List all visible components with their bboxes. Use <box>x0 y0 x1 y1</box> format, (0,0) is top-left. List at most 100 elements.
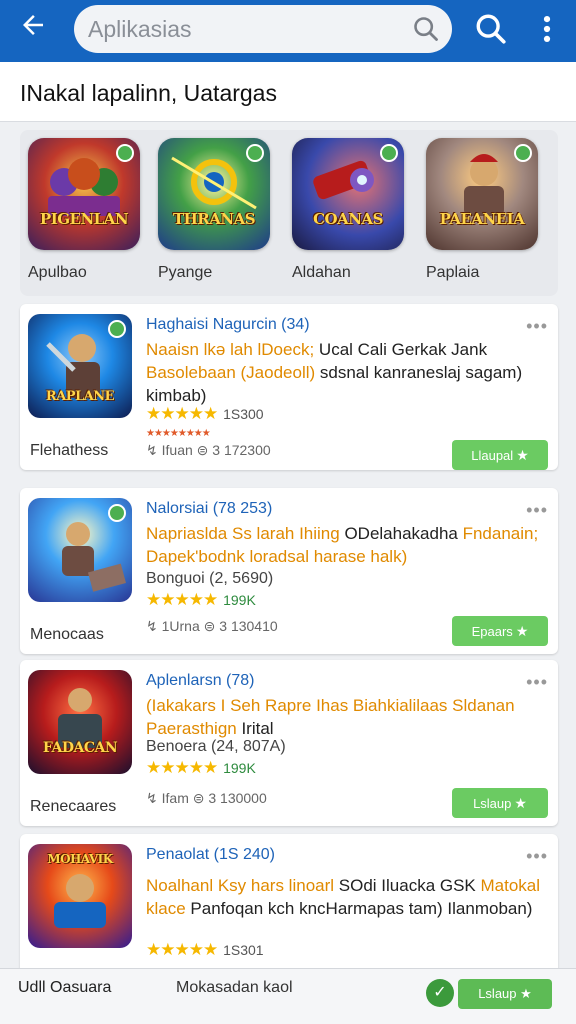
check-icon[interactable]: ✓ <box>426 979 454 1007</box>
app-list-card[interactable]: FADACAN Aplenlarsn (78) ••• (Iakakars I … <box>20 660 558 826</box>
bottom-bar: Udll Oasuara Mokasadan kaol ✓ Lslaup ★ <box>0 968 576 1024</box>
desc-highlight: (Iakakars I Seh Rapre Ihas Biahkialilaas <box>146 696 448 715</box>
rating-count: 1S301 <box>223 942 264 958</box>
install-button[interactable]: Epaars ★ <box>452 616 548 646</box>
star-rating-icon: ★★★★★ <box>146 404 218 423</box>
app-icon[interactable]: RAPLANE <box>28 314 132 418</box>
rating-count: 1S300 <box>223 406 264 422</box>
bottom-mid-label: Mokasadan kaol <box>176 979 293 996</box>
app-name: Pyange <box>158 264 213 281</box>
app-description: (Iakakars I Seh Rapre Ihas Biahkialilaas… <box>146 694 542 740</box>
verified-badge-icon <box>108 320 126 338</box>
search-input[interactable] <box>88 13 398 45</box>
app-icon[interactable]: FADACAN <box>28 670 132 774</box>
app-description: Napriaslda Ss larah Ihiing ODelahakadha … <box>146 522 542 568</box>
arrow-back-icon <box>23 15 43 35</box>
desc-highlight: Basolebaan (Jaodeoll) <box>146 363 316 382</box>
desc-highlight: Noalhanl Ksy hars linoarl <box>146 876 335 895</box>
game-art-icon <box>58 688 102 748</box>
search-icon[interactable] <box>474 12 508 46</box>
app-bar <box>0 0 576 62</box>
more-horiz-icon[interactable]: ••• <box>526 846 548 867</box>
rating-count: 199K <box>223 760 256 776</box>
verified-badge-icon <box>514 144 532 162</box>
more-horiz-icon[interactable]: ••• <box>526 672 548 693</box>
desc-text: ODelahakadha <box>339 524 458 543</box>
install-label: Lslaup <box>478 986 517 1001</box>
app-description: Noalhanl Ksy hars linoarl SOdi Iluacka G… <box>146 874 542 920</box>
app-meta: ↯ 1Urna ⊜ 3 130410 <box>146 618 278 635</box>
app-meta: ↯ Ifuan ⊜ 3 172300 <box>146 442 271 459</box>
desc-text: Panfoqan kch kncHarmapas tam) Ilanmoban) <box>185 899 533 918</box>
search-box[interactable] <box>74 5 452 53</box>
app-version: Benoera (24, 807A) <box>146 738 286 755</box>
app-meta: ↯ Ifam ⊜ 3 130000 <box>146 790 267 807</box>
app-icon-title: PAEANEIA <box>439 210 525 228</box>
app-icon[interactable]: PAEANEIA <box>426 138 538 250</box>
featured-app[interactable]: PAEANEIA Paplaia <box>426 138 544 282</box>
install-button[interactable]: Llaupal ★ <box>452 440 548 470</box>
install-label: Lslaup <box>473 796 512 811</box>
app-title[interactable]: Aplenlarsn (78) <box>146 672 255 690</box>
verified-badge-icon <box>116 144 134 162</box>
app-list-card[interactable]: Nalorsiai (78 253) ••• Napriaslda Ss lar… <box>20 488 558 654</box>
app-version: Bonguoi (2, 5690) <box>146 570 274 587</box>
app-icon[interactable]: COANAS <box>292 138 404 250</box>
desc-highlight: Naaisn lkə lah lDoeck; <box>146 340 315 359</box>
app-title[interactable]: Haghaisi Nagurcin (34) <box>146 316 310 334</box>
desc-text: Ucal Cali Gerkak Jank <box>314 340 488 359</box>
app-icon-title: THRANAS <box>172 210 256 228</box>
app-icon-title: MOHAVIK <box>47 852 113 866</box>
bottom-left-label[interactable]: Udll Oasuara <box>18 979 111 997</box>
app-icon[interactable]: MOHAVIK <box>28 844 132 948</box>
section-header: INakal lapalinn, Uatargas <box>0 62 576 122</box>
meta-text: Ifam ⊜ 3 130000 <box>161 790 267 806</box>
small-star-rating-icon: ★★★★★★★★ <box>146 428 211 439</box>
back-button[interactable] <box>12 10 54 46</box>
app-developer: Renecaares <box>30 798 117 815</box>
featured-app[interactable]: THRANAS Pyange <box>158 138 276 282</box>
app-title[interactable]: Nalorsiai (78 253) <box>146 500 272 518</box>
share-icon[interactable]: ↯ <box>146 790 158 806</box>
desc-text: SOdi Iluacka GSK <box>334 876 476 895</box>
app-list-card[interactable]: RAPLANE Haghaisi Nagurcin (34) ••• Naais… <box>20 304 558 470</box>
app-name: Aldahan <box>292 264 351 281</box>
star-icon: ★ <box>515 623 529 639</box>
rating-row: ★★★★★ 1S301 <box>146 940 264 960</box>
more-horiz-icon[interactable]: ••• <box>526 500 548 521</box>
desc-text: Irital <box>236 719 274 738</box>
rating-count: 199K <box>223 592 256 608</box>
verified-badge-icon <box>246 144 264 162</box>
featured-app[interactable]: COANAS Aldahan <box>292 138 410 282</box>
featured-app[interactable]: PIGENLAN Apulbao <box>28 138 146 282</box>
share-icon[interactable]: ↯ <box>146 442 158 458</box>
app-icon-title: FADACAN <box>42 740 118 756</box>
section-title: INakal lapalinn, Uatargas <box>20 80 277 106</box>
search-icon[interactable] <box>412 15 440 43</box>
rating-row: ★★★★★ 199K <box>146 758 256 778</box>
meta-text: 1Urna ⊜ 3 130410 <box>161 618 278 634</box>
install-button[interactable]: Lslaup ★ <box>452 788 548 818</box>
verified-badge-icon <box>108 504 126 522</box>
star-rating-icon: ★★★★★ <box>146 590 218 609</box>
rating-row: ★★★★★ 1S300 <box>146 404 264 424</box>
verified-badge-icon <box>380 144 398 162</box>
star-icon: ★ <box>514 795 527 811</box>
desc-highlight: Napriaslda Ss larah Ihiing <box>146 524 340 543</box>
app-title[interactable]: Penaolat (1S 240) <box>146 846 275 864</box>
app-icon-title: COANAS <box>313 210 383 228</box>
app-name: Paplaia <box>426 264 480 281</box>
meta-text: Ifuan ⊜ 3 172300 <box>161 442 271 458</box>
app-developer: Flehathess <box>30 442 109 459</box>
app-icon[interactable]: THRANAS <box>158 138 270 250</box>
more-horiz-icon[interactable]: ••• <box>526 316 548 337</box>
share-icon[interactable]: ↯ <box>146 618 158 634</box>
app-description: Naaisn lkə lah lDoeck; Ucal Cali Gerkak … <box>146 338 542 407</box>
install-button[interactable]: Lslaup ★ <box>458 979 552 1009</box>
more-vert-icon[interactable] <box>530 12 564 46</box>
app-icon[interactable]: PIGENLAN <box>28 138 140 250</box>
app-icon[interactable] <box>28 498 132 602</box>
desc-highlight: loradsal harase halk) <box>244 547 408 566</box>
star-icon: ★ <box>516 447 529 463</box>
star-icon: ★ <box>520 986 532 1001</box>
